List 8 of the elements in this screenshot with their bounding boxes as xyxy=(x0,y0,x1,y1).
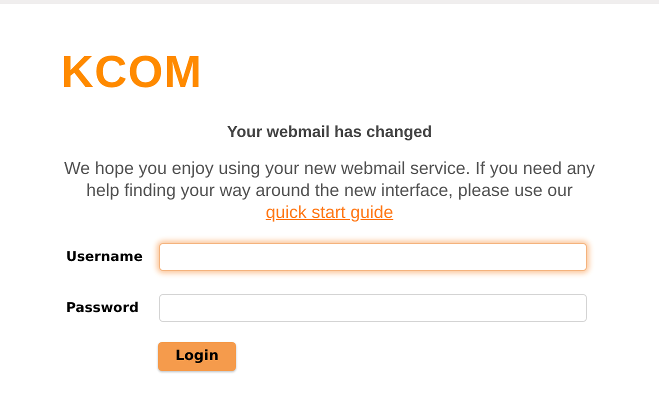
input-field[interactable] xyxy=(159,294,587,322)
field-label: Password xyxy=(66,298,140,318)
field-label: Username xyxy=(66,248,144,267)
input-field[interactable] xyxy=(159,243,587,271)
login-button[interactable]: Login xyxy=(158,342,236,371)
intro-text: We hope you enjoy using your new webmail service. If you need any help finding your way around the new interface, please use our quick start guide xyxy=(63,157,596,223)
logo: KCOM xyxy=(61,50,202,94)
heading: Your webmail has changed xyxy=(226,123,432,143)
